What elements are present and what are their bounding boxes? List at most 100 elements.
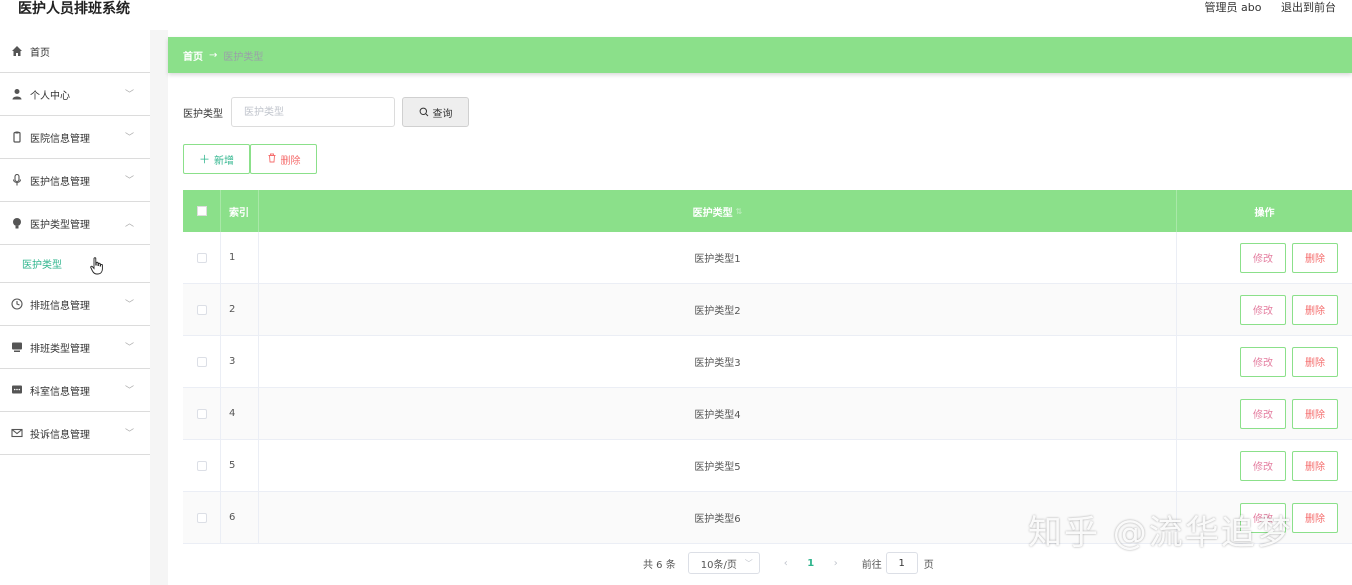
goto-unit: 页: [923, 559, 934, 571]
row-index: 2: [221, 284, 259, 335]
page-size-value: 10条/页: [700, 559, 737, 571]
row-checkbox[interactable]: [196, 304, 207, 315]
row-type: 医护类型5: [259, 440, 1177, 491]
row-checkbox-cell: [183, 336, 221, 387]
goto-page-input[interactable]: [885, 552, 918, 574]
edit-button[interactable]: 修改: [1240, 294, 1286, 325]
batch-delete-button[interactable]: 删除: [250, 144, 317, 174]
prev-page-button[interactable]: ‹: [776, 558, 796, 569]
delete-button[interactable]: 删除: [1292, 242, 1338, 273]
pagination-total: 共 6 条: [643, 559, 676, 571]
sidebar-item-medical-staff-info[interactable]: 医护信息管理 ﹀: [0, 159, 150, 202]
table-row: 2 医护类型2 修改 删除: [183, 284, 1352, 336]
chevron-down-icon: ﹀: [124, 386, 134, 396]
home-icon: [10, 45, 23, 58]
sidebar-item-medical-type-mgmt[interactable]: 医护类型管理 ︿: [0, 202, 150, 245]
sidebar-item-department-info[interactable]: 科室信息管理 ﹀: [0, 369, 150, 412]
row-type: 医护类型3: [259, 336, 1177, 387]
header-checkbox-cell: [183, 190, 221, 232]
goto-label: 前往: [861, 559, 882, 571]
sidebar-item-label: 排班信息管理: [30, 300, 90, 312]
sidebar-item-label: 医护信息管理: [30, 176, 90, 188]
row-checkbox-cell: [183, 440, 221, 491]
search-icon: [419, 107, 428, 117]
add-button[interactable]: ＋ 新增: [183, 144, 250, 174]
microphone-icon: [10, 174, 23, 187]
delete-button[interactable]: 删除: [1292, 294, 1338, 325]
delete-button[interactable]: 删除: [1292, 346, 1338, 377]
column-header-type-label: 医护类型: [692, 207, 733, 219]
row-checkbox[interactable]: [196, 356, 207, 367]
row-type: 医护类型4: [259, 388, 1177, 439]
plus-icon: ＋: [199, 153, 210, 166]
row-index: 3: [221, 336, 259, 387]
delete-button-label: 删除: [280, 155, 301, 167]
monitor-icon: [10, 341, 23, 354]
row-ops: 修改 删除: [1177, 284, 1352, 335]
row-type: 医护类型1: [259, 232, 1177, 283]
delete-button[interactable]: 删除: [1292, 450, 1338, 481]
row-index: 5: [221, 440, 259, 491]
edit-button[interactable]: 修改: [1240, 346, 1286, 377]
row-ops: 修改 删除: [1177, 440, 1352, 491]
row-checkbox[interactable]: [196, 408, 207, 419]
hand-cursor-icon: [90, 257, 104, 278]
select-all-checkbox[interactable]: [196, 206, 207, 216]
table-row: 3 医护类型3 修改 删除: [183, 336, 1352, 388]
sidebar-item-label: 科室信息管理: [30, 386, 90, 398]
row-ops: 修改 删除: [1177, 336, 1352, 387]
chevron-down-icon: ﹀: [124, 300, 134, 310]
exit-to-frontend-link[interactable]: 退出到前台: [1281, 1, 1336, 14]
page-size-select[interactable]: 10条/页 ﹀: [687, 552, 760, 574]
breadcrumb-arrow-icon: →: [209, 49, 218, 61]
sidebar-item-complaint-info[interactable]: 投诉信息管理 ﹀: [0, 412, 150, 455]
sidebar-item-schedule-type[interactable]: 排班类型管理 ﹀: [0, 326, 150, 369]
breadcrumb-home-link[interactable]: 首页: [183, 48, 203, 63]
sidebar-item-hospital-info[interactable]: 医院信息管理 ﹀: [0, 116, 150, 159]
action-row: ＋ 新增 删除: [183, 144, 317, 174]
row-index: 1: [221, 232, 259, 283]
table-row: 5 医护类型5 修改 删除: [183, 440, 1352, 492]
search-button[interactable]: 查询: [402, 97, 469, 127]
sidebar-item-schedule-info[interactable]: 排班信息管理 ﹀: [0, 283, 150, 326]
top-header: 医护人员排班系统 管理员 abo 退出到前台: [0, 0, 1352, 30]
chevron-down-icon: ﹀: [124, 133, 134, 143]
sidebar-item-label: 医护类型管理: [30, 219, 90, 231]
clipboard-icon: [10, 131, 23, 144]
next-page-button[interactable]: ›: [826, 558, 846, 569]
table-row: 4 医护类型4 修改 删除: [183, 388, 1352, 440]
chevron-down-icon: ﹀: [744, 558, 753, 568]
row-checkbox-cell: [183, 232, 221, 283]
row-checkbox-cell: [183, 284, 221, 335]
sidebar-item-home[interactable]: 首页: [0, 30, 150, 73]
sort-icon[interactable]: ⇅: [736, 207, 743, 216]
sidebar-subitem-medical-type[interactable]: 医护类型: [0, 245, 150, 283]
table-row: 1 医护类型1 修改 删除: [183, 232, 1352, 284]
clock-icon: [10, 298, 23, 311]
row-checkbox[interactable]: [196, 512, 207, 523]
edit-button[interactable]: 修改: [1240, 242, 1286, 273]
user-icon: [10, 88, 23, 101]
row-checkbox[interactable]: [196, 252, 207, 263]
row-index: 4: [221, 388, 259, 439]
edit-button[interactable]: 修改: [1240, 398, 1286, 429]
row-checkbox-cell: [183, 492, 221, 543]
breadcrumb: 首页 → 医护类型: [168, 37, 1352, 73]
page-number-current[interactable]: 1: [796, 558, 826, 569]
column-header-index: 索引: [221, 190, 259, 232]
edit-button[interactable]: 修改: [1240, 450, 1286, 481]
admin-user-label[interactable]: 管理员 abo: [1205, 1, 1262, 14]
row-checkbox[interactable]: [196, 460, 207, 471]
breadcrumb-current: 医护类型: [223, 51, 264, 63]
medical-type-search-input[interactable]: [231, 97, 395, 127]
main-area: 首页 → 医护类型 医护类型 查询 ＋ 新增 删除: [150, 30, 1352, 585]
medical-type-table: 索引 医护类型 ⇅ 操作 1 医护类型1 修改 删除 2 医护类型2 修改 删除 3 …: [183, 190, 1352, 544]
search-row: 医护类型 查询: [183, 97, 469, 127]
column-header-type[interactable]: 医护类型 ⇅: [259, 190, 1177, 232]
delete-button[interactable]: 删除: [1292, 398, 1338, 429]
sidebar-item-personal-center[interactable]: 个人中心 ﹀: [0, 73, 150, 116]
header-right: 管理员 abo 退出到前台: [1189, 0, 1336, 16]
row-index: 6: [221, 492, 259, 543]
mail-icon: [10, 427, 23, 440]
delete-button[interactable]: 删除: [1292, 502, 1338, 533]
